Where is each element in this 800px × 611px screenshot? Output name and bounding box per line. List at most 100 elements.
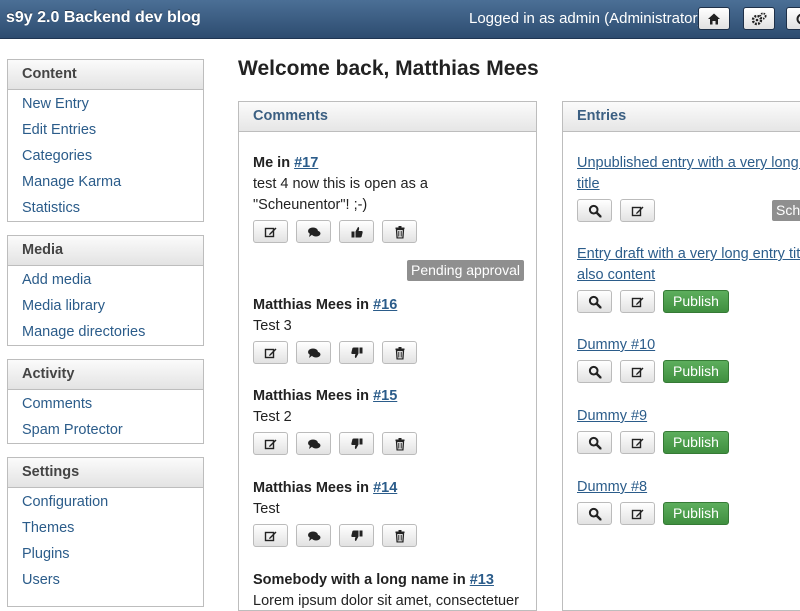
comments-icon	[307, 530, 321, 542]
sidebar-item-statistics[interactable]: Statistics	[8, 195, 203, 221]
top-bar: s9y 2.0 Backend dev blog Logged in as ad…	[0, 0, 800, 39]
settings-button[interactable]	[743, 7, 775, 30]
search-icon	[588, 204, 601, 217]
comment-item: Me in #17 test 4 now this is open as a "…	[253, 153, 523, 243]
preview-button[interactable]	[577, 290, 612, 313]
edit-button[interactable]	[620, 199, 655, 222]
entry-actions: Publish	[577, 290, 800, 313]
sidebar-item-comments[interactable]: Comments	[8, 391, 203, 417]
comment-entry-link[interactable]: #15	[373, 388, 397, 404]
user-button[interactable]	[786, 7, 800, 30]
entry-item: Dummy #9 Publish	[577, 406, 800, 454]
entry-actions: Publish	[577, 360, 800, 383]
comment-item: Matthias Mees in #15 Test 2	[253, 386, 523, 455]
unapprove-button[interactable]	[339, 341, 374, 364]
gears-icon	[751, 12, 767, 26]
entry-title-link[interactable]: Dummy #9	[577, 406, 800, 427]
edit-icon	[264, 225, 277, 238]
publish-button[interactable]: Publish	[663, 360, 729, 383]
comments-panel-title: Comments	[239, 102, 536, 132]
comment-entry-link[interactable]: #17	[294, 155, 318, 171]
edit-icon	[264, 529, 277, 542]
edit-icon	[631, 295, 644, 308]
sidebar-section-media: Media Add media Media library Manage dir…	[7, 235, 204, 346]
trash-icon	[394, 437, 405, 450]
sidebar-item-new-entry[interactable]: New Entry	[8, 91, 203, 117]
delete-button[interactable]	[382, 524, 417, 547]
sidebar-item-edit-entries[interactable]: Edit Entries	[8, 117, 203, 143]
sidebar-item-manage-directories[interactable]: Manage directories	[8, 319, 203, 345]
sidebar-item-add-media[interactable]: Add media	[8, 267, 203, 293]
sidebar-heading: Settings	[8, 458, 203, 488]
search-icon	[588, 365, 601, 378]
preview-button[interactable]	[577, 502, 612, 525]
trash-icon	[394, 529, 405, 542]
delete-button[interactable]	[382, 341, 417, 364]
delete-button[interactable]	[382, 220, 417, 243]
edit-button[interactable]	[253, 524, 288, 547]
comments-icon	[307, 347, 321, 359]
home-button[interactable]	[698, 7, 730, 30]
sidebar-heading: Activity	[8, 360, 203, 390]
delete-button[interactable]	[382, 432, 417, 455]
edit-button[interactable]	[253, 341, 288, 364]
comment-header: Matthias Mees in #16	[253, 295, 523, 316]
publish-button[interactable]: Publish	[663, 431, 729, 454]
edit-icon	[631, 204, 644, 217]
sidebar-item-configuration[interactable]: Configuration	[8, 489, 203, 515]
comment-text: Test 2	[253, 407, 523, 428]
comment-actions	[253, 341, 523, 364]
sidebar-item-manage-karma[interactable]: Manage Karma	[8, 169, 203, 195]
comment-entry-link[interactable]: #13	[470, 572, 494, 588]
reply-button[interactable]	[296, 432, 331, 455]
unapprove-button[interactable]	[339, 524, 374, 547]
reply-button[interactable]	[296, 341, 331, 364]
search-icon	[588, 507, 601, 520]
edit-button[interactable]	[620, 431, 655, 454]
comment-text: Test 3	[253, 316, 523, 337]
sidebar-item-themes[interactable]: Themes	[8, 515, 203, 541]
comment-item: Matthias Mees in #16 Test 3	[253, 295, 523, 364]
sidebar-item-users[interactable]: Users	[8, 567, 203, 593]
comments-panel: Comments Me in #17 test 4 now this is op…	[238, 101, 537, 611]
publish-button[interactable]: Publish	[663, 290, 729, 313]
comment-header: Somebody with a long name in #13	[253, 570, 523, 591]
edit-button[interactable]	[253, 220, 288, 243]
thumbs-down-icon	[350, 437, 363, 450]
comment-entry-link[interactable]: #14	[373, 480, 397, 496]
sidebar-heading: Content	[8, 60, 203, 90]
edit-icon	[264, 346, 277, 359]
comment-author: Matthias Mees	[253, 297, 352, 313]
entry-title-link[interactable]: Entry draft with a very long entry title…	[577, 244, 800, 286]
edit-button[interactable]	[253, 432, 288, 455]
comment-author: Matthias Mees	[253, 480, 352, 496]
preview-button[interactable]	[577, 360, 612, 383]
sidebar-item-categories[interactable]: Categories	[8, 143, 203, 169]
preview-button[interactable]	[577, 199, 612, 222]
entry-title-link[interactable]: Unpublished entry with a very long e tit…	[577, 153, 800, 195]
comment-author: Matthias Mees	[253, 388, 352, 404]
entries-panel: Entries Unpublished entry with a very lo…	[562, 101, 800, 611]
publish-button[interactable]: Publish	[663, 502, 729, 525]
app-title[interactable]: s9y 2.0 Backend dev blog	[6, 9, 201, 27]
unapprove-button[interactable]	[339, 432, 374, 455]
thumbs-down-icon	[350, 346, 363, 359]
edit-button[interactable]	[620, 502, 655, 525]
approve-button[interactable]	[339, 220, 374, 243]
sidebar-item-plugins[interactable]: Plugins	[8, 541, 203, 567]
entry-title-link[interactable]: Dummy #8	[577, 477, 800, 498]
edit-button[interactable]	[620, 290, 655, 313]
preview-button[interactable]	[577, 431, 612, 454]
comment-entry-link[interactable]: #16	[373, 297, 397, 313]
edit-button[interactable]	[620, 360, 655, 383]
comments-icon	[307, 226, 321, 238]
reply-button[interactable]	[296, 524, 331, 547]
reply-button[interactable]	[296, 220, 331, 243]
comment-actions	[253, 220, 523, 243]
status-badge: Pending approval	[407, 260, 524, 281]
sidebar-item-media-library[interactable]: Media library	[8, 293, 203, 319]
sidebar-item-spam-protector[interactable]: Spam Protector	[8, 417, 203, 443]
comment-author: Me	[253, 155, 273, 171]
entry-title-link[interactable]: Dummy #10	[577, 335, 800, 356]
entry-actions: Publish	[577, 502, 800, 525]
